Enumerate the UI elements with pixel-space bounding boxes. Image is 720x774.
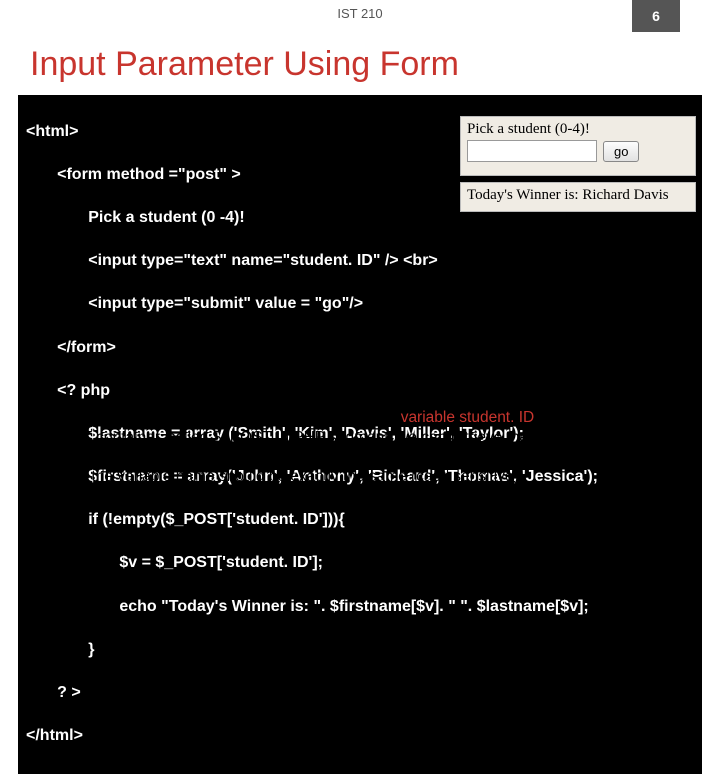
student-id-input[interactable]	[467, 140, 597, 162]
code-line: <? php	[26, 380, 694, 402]
code-line: <input type="text" name="student. ID" />…	[26, 250, 694, 272]
code-line: </form>	[26, 337, 694, 359]
go-button[interactable]: go	[603, 141, 639, 162]
course-code: IST 210	[337, 6, 382, 21]
code-line: ? >	[26, 682, 694, 704]
explain-highlight: variable student. ID	[401, 409, 535, 426]
browser-preview-form: Pick a student (0-4)! go	[460, 116, 696, 176]
code-line: echo "Today's Winner is: ". $firstname[$…	[26, 596, 694, 618]
code-line: <input type="submit" value = "go"/>	[26, 293, 694, 315]
form-label: Pick a student (0-4)!	[467, 121, 689, 138]
browser-preview-result: Today's Winner is: Richard Davis	[460, 182, 696, 212]
explain-part: The value input into the textbox will be…	[50, 409, 401, 426]
slide-title: Input Parameter Using Form	[0, 27, 720, 84]
code-line: $v = $_POST['student. ID'];	[26, 552, 694, 574]
code-line: </html>	[26, 725, 694, 747]
slide-header: IST 210 6	[0, 0, 720, 27]
winner-text: Today's Winner is: Richard Davis	[467, 187, 669, 203]
code-line: if (!empty($_POST['student. ID'])){	[26, 509, 694, 531]
page-number: 6	[632, 0, 680, 32]
explain-note: Note, the variable name should be exactl…	[50, 468, 523, 485]
code-line: }	[26, 639, 694, 661]
explanation-text: The value input into the textbox will be…	[50, 408, 690, 487]
